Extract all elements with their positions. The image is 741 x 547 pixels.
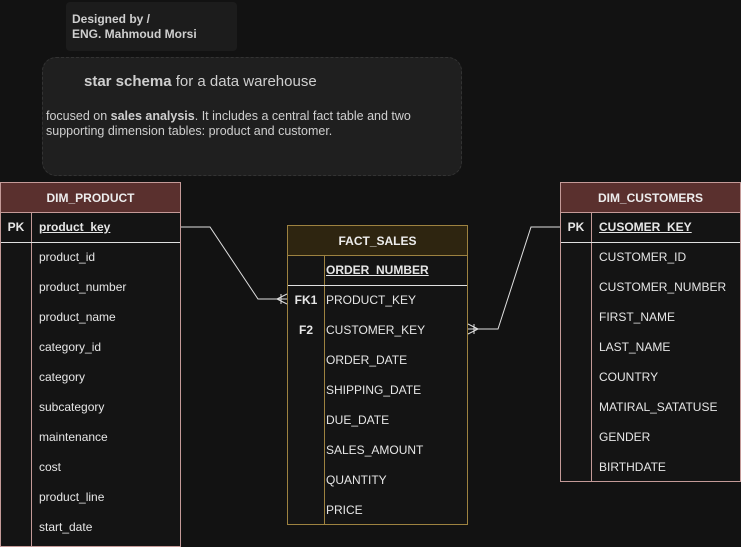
product-relationship-line[interactable] bbox=[181, 226, 287, 300]
customer-relationship-line[interactable] bbox=[468, 226, 560, 330]
relationship-lines bbox=[181, 226, 560, 335]
